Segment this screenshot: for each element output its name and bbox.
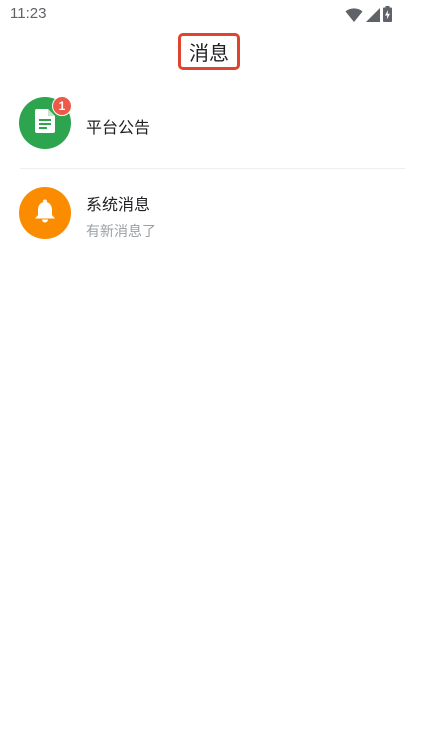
document-icon [35,109,55,137]
message-title: 系统消息 [86,195,151,214]
status-icons [345,6,392,26]
signal-icon [366,7,380,26]
message-item-platform-notice[interactable]: 1 平台公告 [0,95,425,167]
message-title: 平台公告 [86,118,151,137]
messages-screen: 11:23 消息 1 平台公告 系统消息 有新消息了 [0,0,425,756]
wifi-icon [345,7,363,26]
status-bar: 11:23 [0,0,425,28]
message-subtitle: 有新消息了 [86,224,156,240]
status-time: 11:23 [10,5,47,22]
page-title: 消息 [189,41,229,65]
battery-charging-icon [383,6,392,26]
unread-badge: 1 [52,96,72,116]
bell-icon [34,199,56,227]
page-title-box: 消息 [178,33,240,70]
list-divider [20,168,405,169]
system-message-avatar [19,187,71,239]
message-item-system-message[interactable]: 系统消息 有新消息了 [0,185,425,247]
